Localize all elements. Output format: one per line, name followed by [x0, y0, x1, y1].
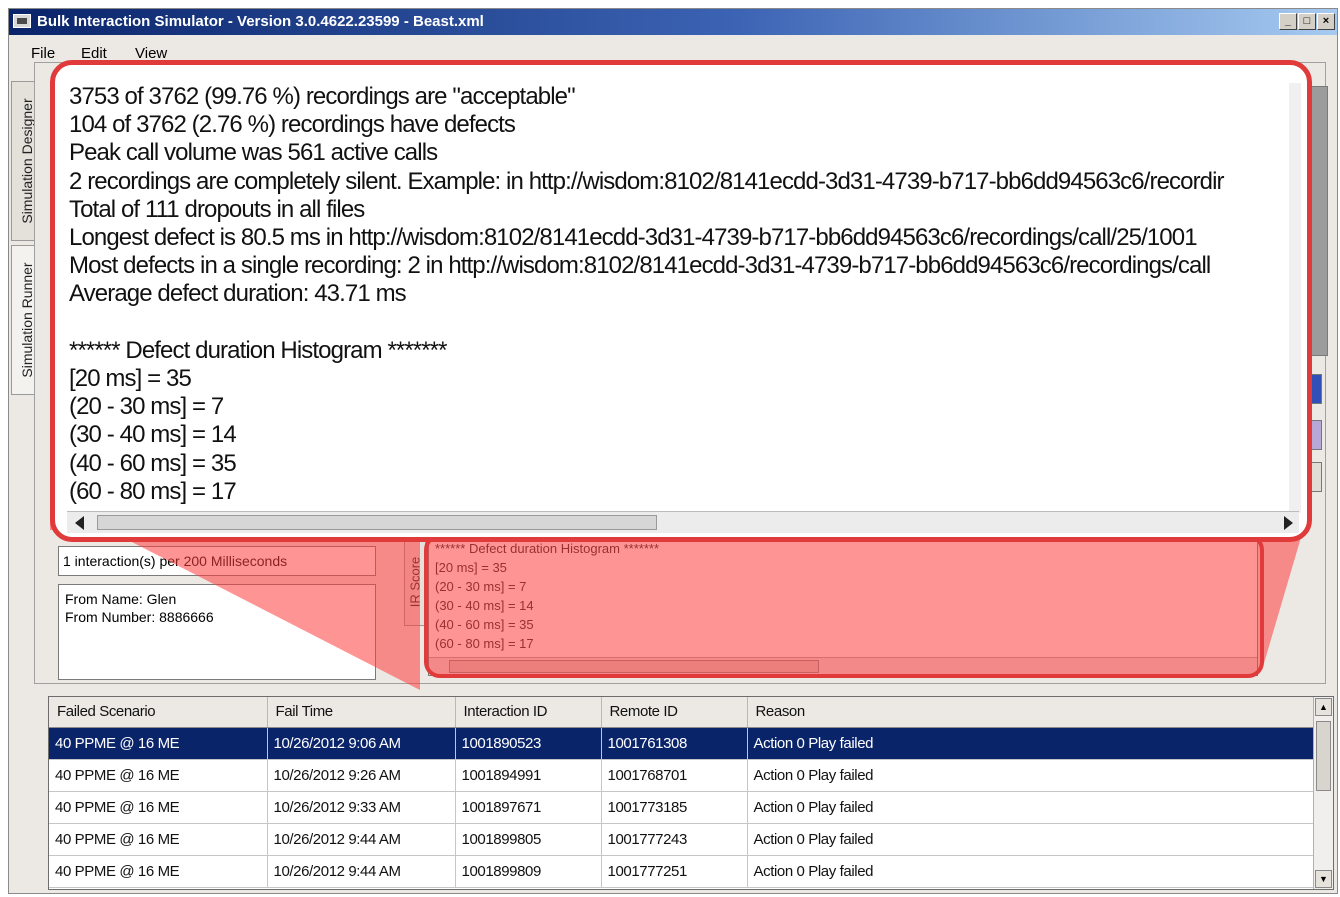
- cell-time: 10/26/2012 9:06 AM: [267, 727, 456, 760]
- scrollbar-thumb[interactable]: [449, 660, 819, 673]
- tab-label: Simulation Runner: [18, 262, 35, 378]
- arrow-down-icon[interactable]: ▼: [1315, 870, 1332, 888]
- report-line: [20 ms] = 35: [69, 365, 192, 393]
- report-line: Total of 111 dropouts in all files: [69, 195, 365, 223]
- cell-reason: Action 0 Play failed: [747, 855, 1314, 888]
- cell-remote-id: 1001773185: [601, 791, 748, 824]
- cell-time: 10/26/2012 9:44 AM: [267, 855, 456, 888]
- cell-scenario: 40 PPME @ 16 ME: [49, 727, 268, 760]
- zoomed-results-callout: 3753 of 3762 (99.76 %) recordings are "a…: [50, 60, 1312, 542]
- arrow-right-icon[interactable]: [1284, 516, 1293, 530]
- cell-interaction-id: 1001894991: [455, 759, 602, 792]
- cell-remote-id: 1001768701: [601, 759, 748, 792]
- from-name: From Name: Glen: [65, 591, 177, 607]
- caller-info-box[interactable]: From Name: Glen From Number: 8886666: [58, 584, 376, 680]
- results-line: [20 ms] = 35: [435, 560, 507, 575]
- cell-remote-id: 1001761308: [601, 727, 748, 760]
- cell-time: 10/26/2012 9:44 AM: [267, 823, 456, 856]
- cell-reason: Action 0 Play failed: [747, 759, 1314, 792]
- table-row[interactable]: 40 PPME @ 16 ME 10/26/2012 9:44 AM 1001899…: [49, 823, 1314, 856]
- arrow-up-icon[interactable]: ▲: [1315, 698, 1332, 716]
- tab-ir-score[interactable]: IR Score: [404, 538, 426, 626]
- window-title: Bulk Interaction Simulator - Version 3.0…: [37, 13, 484, 30]
- report-line: 3753 of 3762 (99.76 %) recordings are "a…: [69, 83, 576, 110]
- results-textbox[interactable]: ****** Defect duration Histogram *******…: [428, 536, 1258, 676]
- cell-reason: Action 0 Play failed: [747, 791, 1314, 824]
- results-line: (40 - 60 ms] = 35: [435, 617, 534, 632]
- cell-scenario: 40 PPME @ 16 ME: [49, 791, 268, 824]
- column-header[interactable]: Fail Time: [267, 697, 456, 728]
- tab-label: Simulation Designer: [18, 98, 35, 224]
- cell-interaction-id: 1001899805: [455, 823, 602, 856]
- arrow-left-icon[interactable]: [75, 516, 84, 530]
- report-line: Most defects in a single recording: 2 in…: [69, 252, 1211, 280]
- vertical-scrollbar[interactable]: [1289, 83, 1301, 513]
- vertical-scrollbar[interactable]: ▲ ▼: [1313, 697, 1333, 889]
- cell-reason: Action 0 Play failed: [747, 823, 1314, 856]
- table-row[interactable]: 40 PPME @ 16 ME 10/26/2012 9:44 AM 1001899…: [49, 855, 1314, 888]
- cell-remote-id: 1001777243: [601, 823, 748, 856]
- cell-scenario: 40 PPME @ 16 ME: [49, 823, 268, 856]
- grid-body: 40 PPME @ 16 ME 10/26/2012 9:06 AM 1001890…: [49, 727, 1314, 888]
- table-row[interactable]: 40 PPME @ 16 ME 10/26/2012 9:33 AM 1001897…: [49, 791, 1314, 824]
- results-line: (60 - 80 ms] = 17: [435, 636, 534, 651]
- close-button[interactable]: ×: [1317, 13, 1335, 30]
- report-line: (20 - 30 ms] = 7: [69, 393, 224, 421]
- cell-reason: Action 0 Play failed: [747, 727, 1314, 760]
- application-icon: [13, 14, 31, 28]
- cell-scenario: 40 PPME @ 16 ME: [49, 855, 268, 888]
- horizontal-scrollbar[interactable]: [429, 657, 1257, 675]
- failures-table: Failed Scenario Fail Time Interaction ID…: [49, 697, 1314, 888]
- report-line: Average defect duration: 43.71 ms: [69, 280, 407, 308]
- menu-file[interactable]: File: [31, 45, 55, 62]
- report-line: 2 recordings are completely silent. Exam…: [69, 167, 1225, 195]
- grid-header-row: Failed Scenario Fail Time Interaction ID…: [49, 697, 1314, 728]
- report-line: [69, 309, 1291, 337]
- scrollbar-thumb[interactable]: [1316, 721, 1331, 791]
- tab-label: IR Score: [407, 556, 423, 608]
- cell-remote-id: 1001777251: [601, 855, 748, 888]
- results-line: (20 - 30 ms] = 7: [435, 579, 527, 594]
- title-bar: Bulk Interaction Simulator - Version 3.0…: [9, 9, 1337, 35]
- column-header[interactable]: Failed Scenario: [49, 697, 268, 728]
- failed-interactions-grid: Failed Scenario Fail Time Interaction ID…: [48, 696, 1334, 890]
- report-line: Peak call volume was 561 active calls: [69, 139, 438, 167]
- report-line: 104 of 3762 (2.76 %) recordings have def…: [69, 111, 516, 139]
- maximize-button[interactable]: □: [1298, 13, 1316, 30]
- cell-interaction-id: 1001899809: [455, 855, 602, 888]
- column-header[interactable]: Reason: [747, 697, 1314, 728]
- report-line: (60 - 80 ms] = 17: [69, 477, 237, 505]
- report-line: (30 - 40 ms] = 14: [69, 421, 237, 449]
- column-header[interactable]: Remote ID: [601, 697, 748, 728]
- minimize-button[interactable]: _: [1279, 13, 1297, 30]
- table-row[interactable]: 40 PPME @ 16 ME 10/26/2012 9:06 AM 1001890…: [49, 727, 1314, 760]
- results-line: (30 - 40 ms] = 14: [435, 598, 534, 613]
- cell-time: 10/26/2012 9:33 AM: [267, 791, 456, 824]
- cell-scenario: 40 PPME @ 16 ME: [49, 759, 268, 792]
- column-header[interactable]: Interaction ID: [455, 697, 602, 728]
- cell-interaction-id: 1001890523: [455, 727, 602, 760]
- zoomed-results-text: 3753 of 3762 (99.76 %) recordings are "a…: [69, 83, 1291, 511]
- table-row[interactable]: 40 PPME @ 16 ME 10/26/2012 9:26 AM 1001894…: [49, 759, 1314, 792]
- report-line: ****** Defect duration Histogram *******: [69, 336, 447, 364]
- scrollbar-thumb[interactable]: [97, 515, 657, 530]
- results-lines: ****** Defect duration Histogram *******…: [429, 537, 1257, 653]
- from-number: From Number: 8886666: [65, 609, 214, 625]
- interaction-rate-field[interactable]: 1 interaction(s) per 200 Milliseconds: [58, 546, 376, 576]
- horizontal-scrollbar[interactable]: [67, 511, 1299, 533]
- cell-interaction-id: 1001897671: [455, 791, 602, 824]
- report-line: (40 - 60 ms] = 35: [69, 449, 237, 477]
- report-line: Longest defect is 80.5 ms in http://wisd…: [69, 224, 1198, 252]
- cell-time: 10/26/2012 9:26 AM: [267, 759, 456, 792]
